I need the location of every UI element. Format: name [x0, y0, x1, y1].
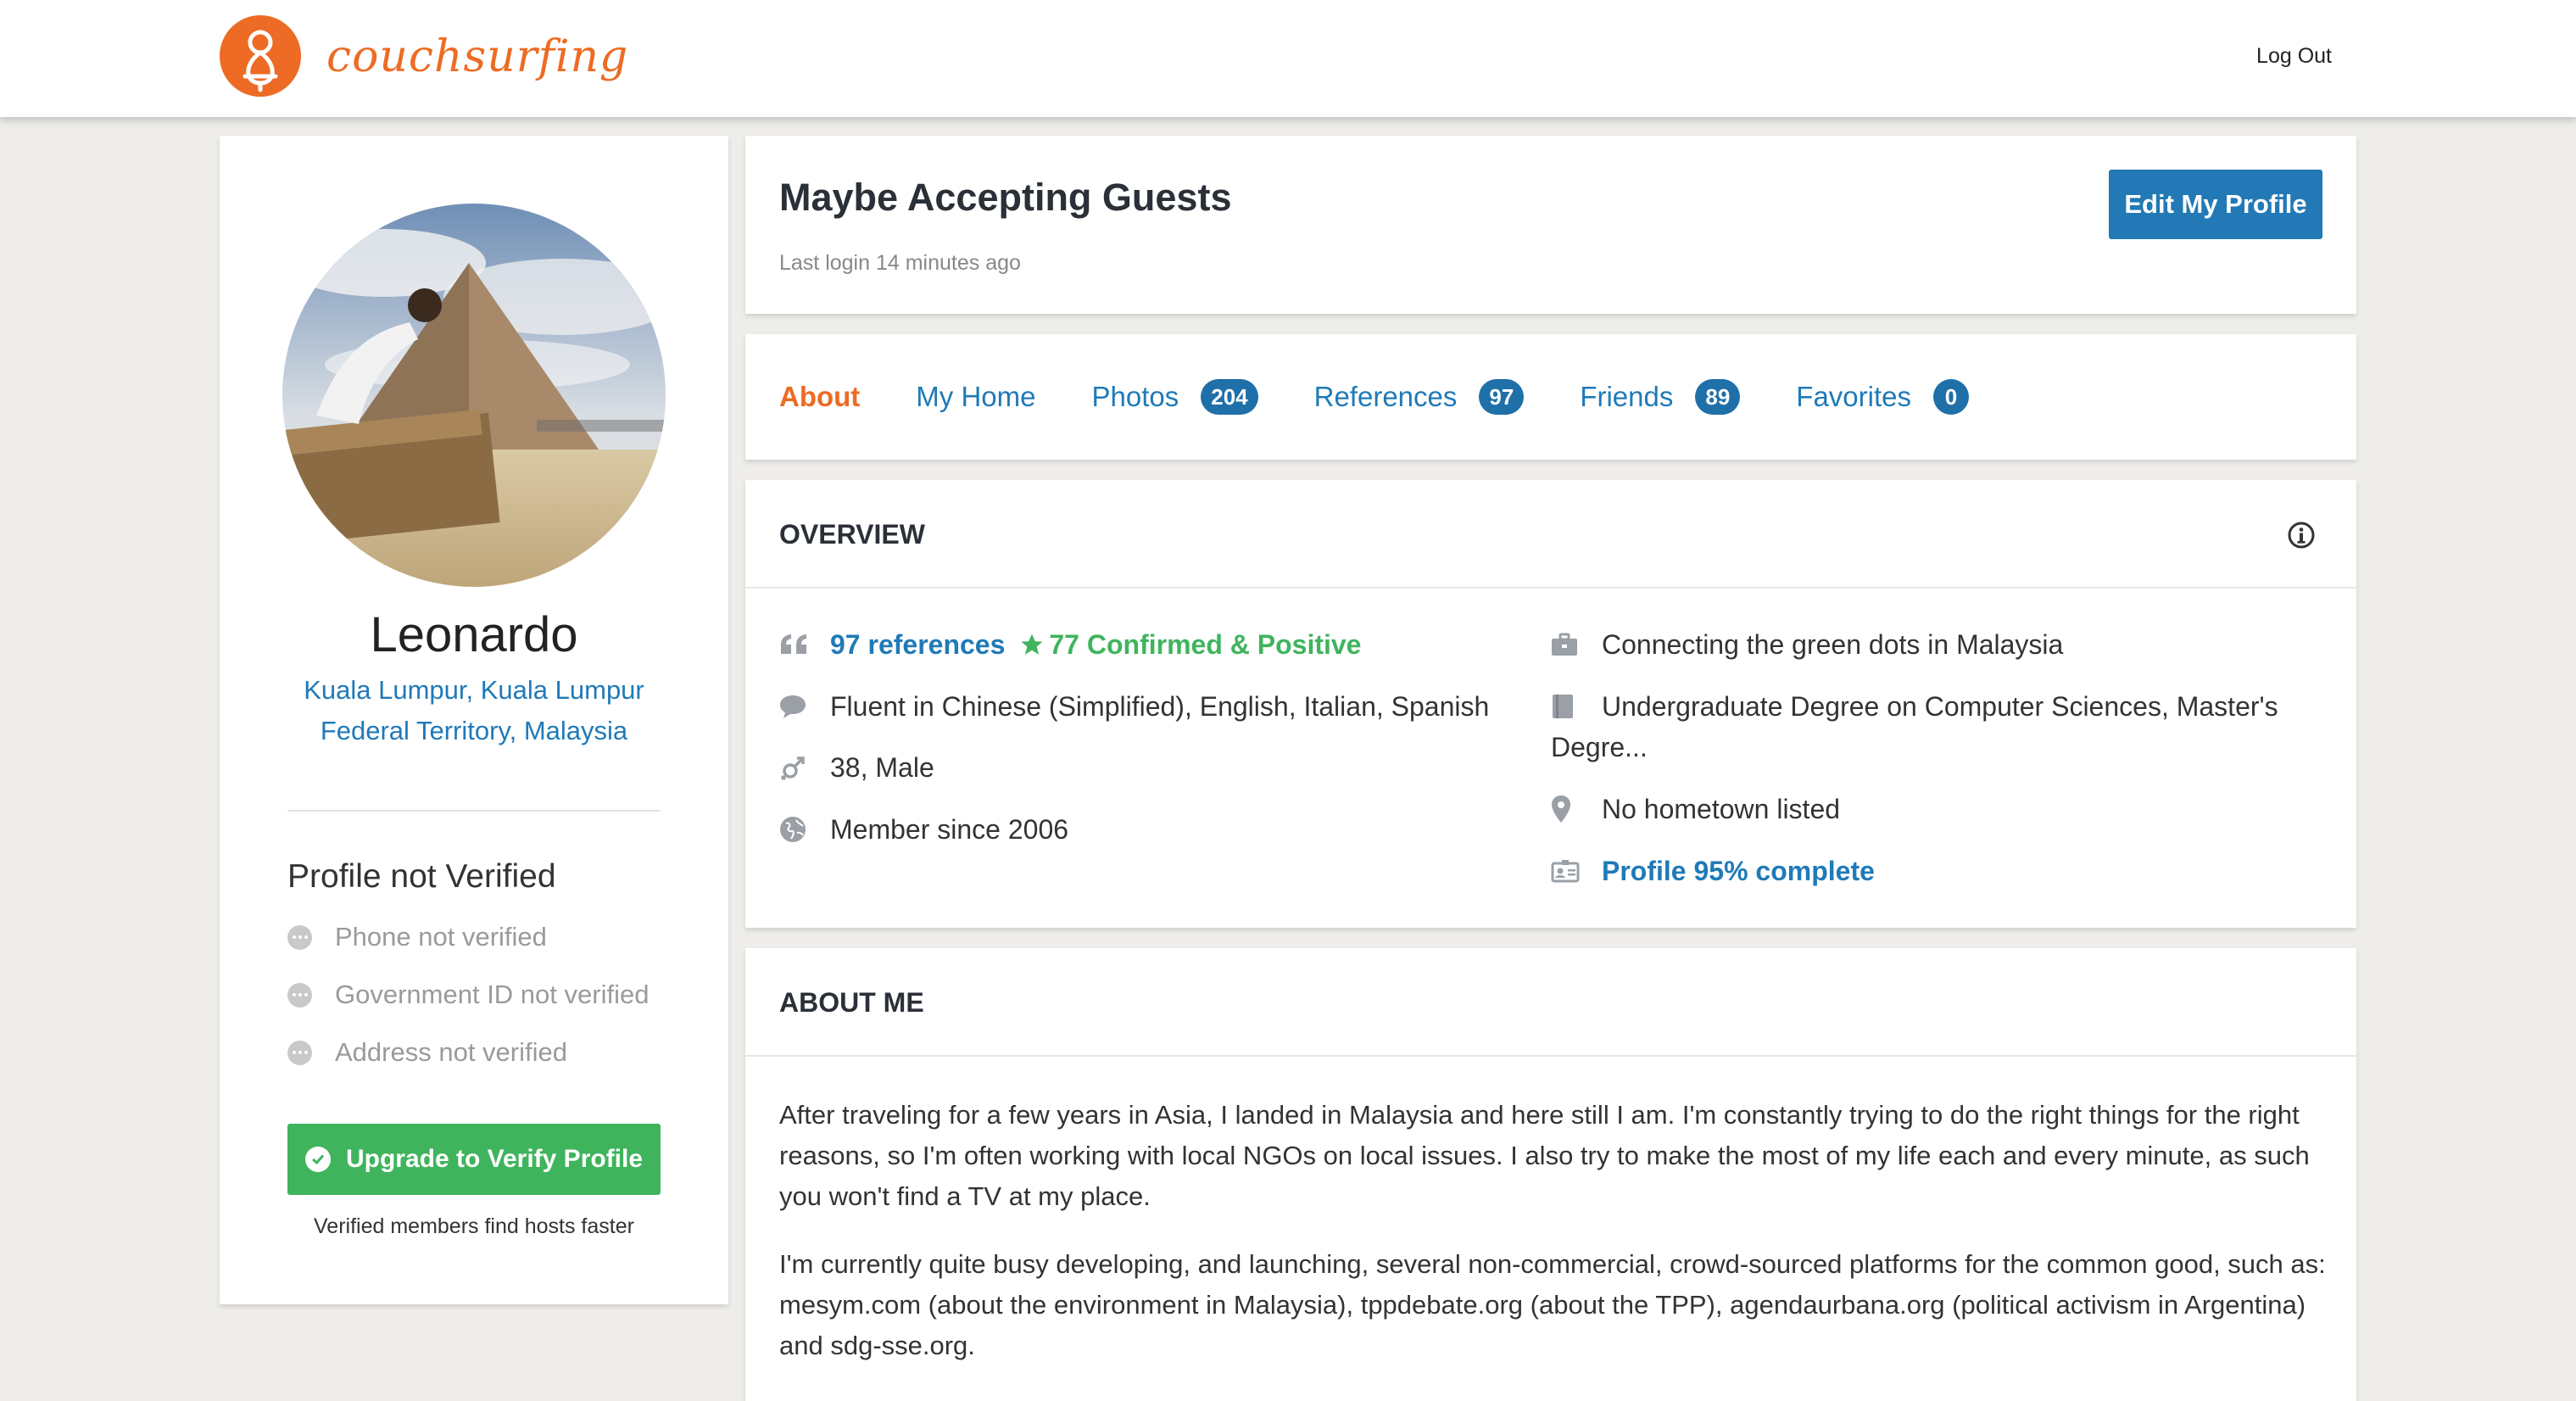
tab-label: Friends: [1580, 381, 1674, 412]
upgrade-verify-button[interactable]: Upgrade to Verify Profile: [287, 1124, 661, 1195]
languages-row: Fluent in Chinese (Simplified), English,…: [779, 686, 1489, 727]
globe-icon: [779, 809, 810, 850]
phone-verification-item: Phone not verified: [287, 922, 547, 952]
overview-card: OVERVIEW 97 references 77 Confirmed & Po…: [745, 480, 2356, 928]
brand-logo[interactable]: couchsurfing: [218, 14, 628, 98]
confirmed-references[interactable]: 77 Confirmed & Positive: [1018, 624, 1361, 665]
languages: Fluent in Chinese (Simplified), English,…: [830, 691, 1490, 722]
avatar-photo: [282, 204, 666, 587]
profile-sidebar: Leonardo Kuala Lumpur, Kuala Lumpur Fede…: [220, 136, 728, 1304]
about-paragraph-2: I'm currently quite busy developing, and…: [779, 1249, 2326, 1360]
top-navbar: couchsurfing Log Out: [0, 0, 2576, 117]
overview-title: OVERVIEW: [779, 519, 925, 550]
hosting-status: Maybe Accepting Guests: [779, 176, 1232, 219]
gender-icon: [779, 747, 810, 788]
edit-profile-button[interactable]: Edit My Profile: [2109, 170, 2322, 239]
tab-references[interactable]: References 97: [1314, 379, 1525, 415]
profile-name: Leonardo: [370, 607, 578, 662]
couchsurfing-logo-icon: [220, 15, 301, 97]
overview-header: OVERVIEW: [745, 480, 2356, 589]
logout-link[interactable]: Log Out: [2256, 44, 2332, 69]
tab-friends[interactable]: Friends 89: [1580, 379, 1741, 415]
dots-icon: [287, 1040, 312, 1065]
profile-tabs-card: About My Home Photos 204 References 97 F…: [745, 334, 2356, 460]
last-login: Last login 14 minutes ago: [779, 251, 1021, 275]
dots-icon: [287, 982, 312, 1007]
star-icon: [1021, 634, 1043, 655]
tab-label: My Home: [916, 381, 1036, 412]
id-verification-item: Government ID not verified: [287, 980, 649, 1010]
id-card-icon: [1551, 851, 1581, 891]
tab-label: Photos: [1091, 381, 1179, 412]
tab-photos[interactable]: Photos 204: [1091, 379, 1258, 415]
verification-title: Profile not Verified: [287, 858, 556, 895]
avatar[interactable]: [282, 204, 666, 587]
occupation: Connecting the green dots in Malaysia: [1602, 629, 2064, 660]
profile-tabs: About My Home Photos 204 References 97 F…: [779, 334, 2025, 460]
upgrade-note: Verified members find hosts faster: [314, 1214, 634, 1238]
book-icon: [1551, 686, 1581, 727]
divider: [287, 810, 661, 812]
about-paragraph-1: After traveling for a few years in Asia,…: [779, 1100, 2310, 1211]
address-verification-item: Address not verified: [287, 1037, 567, 1068]
hosting-status-card: Maybe Accepting Guests Last login 14 min…: [745, 136, 2356, 314]
member-since: Member since 2006: [830, 814, 1069, 845]
verification-label: Government ID not verified: [335, 980, 650, 1009]
education-line-2: Degre...: [1551, 732, 1648, 762]
verification-label: Phone not verified: [335, 922, 547, 952]
age-gender-row: 38, Male: [779, 747, 934, 788]
info-icon[interactable]: [2287, 521, 2316, 550]
hometown-row: No hometown listed: [1551, 789, 1840, 829]
profile-location[interactable]: Kuala Lumpur, Kuala Lumpur Federal Terri…: [220, 670, 728, 751]
confirmed-label: 77 Confirmed & Positive: [1049, 629, 1362, 660]
tab-my-home[interactable]: My Home: [916, 381, 1035, 413]
count-badge: 204: [1201, 379, 1258, 415]
map-pin-icon: [1551, 789, 1581, 829]
check-circle-icon: [304, 1147, 331, 1172]
profile-completion-link[interactable]: Profile 95% complete: [1602, 851, 1875, 891]
count-badge: 97: [1479, 379, 1525, 415]
occupation-row: Connecting the green dots in Malaysia: [1551, 624, 2063, 665]
tab-favorites[interactable]: Favorites 0: [1796, 379, 1969, 415]
count-badge: 89: [1695, 379, 1741, 415]
references-link[interactable]: 97 references: [830, 624, 1005, 665]
education-row: Undergraduate Degree on Computer Science…: [1551, 686, 2314, 767]
about-title: ABOUT ME: [779, 987, 924, 1018]
completion-row: Profile 95% complete: [1551, 851, 1875, 891]
about-me-card: ABOUT ME After traveling for a few years…: [745, 948, 2356, 1401]
age-gender: 38, Male: [830, 752, 934, 783]
references-row: 97 references 77 Confirmed & Positive: [779, 624, 1361, 665]
about-header: ABOUT ME: [745, 948, 2356, 1057]
dots-icon: [287, 924, 312, 950]
speech-bubble-icon: [779, 686, 810, 727]
tab-about[interactable]: About: [779, 381, 860, 413]
tab-label: References: [1313, 381, 1458, 412]
tab-label: Favorites: [1796, 381, 1911, 412]
count-badge: 0: [1933, 379, 1969, 415]
location-line-2[interactable]: Federal Territory, Malaysia: [220, 711, 728, 751]
briefcase-icon: [1551, 624, 1581, 665]
verification-label: Address not verified: [335, 1037, 567, 1067]
education-line-1: Undergraduate Degree on Computer Science…: [1602, 691, 2278, 722]
hometown: No hometown listed: [1602, 794, 1841, 824]
location-line-1[interactable]: Kuala Lumpur, Kuala Lumpur: [220, 670, 728, 711]
brand-wordmark: couchsurfing: [326, 31, 629, 82]
tab-label: About: [779, 381, 861, 412]
upgrade-label: Upgrade to Verify Profile: [345, 1145, 644, 1173]
member-since-row: Member since 2006: [779, 809, 1068, 850]
quote-icon: [779, 624, 810, 665]
